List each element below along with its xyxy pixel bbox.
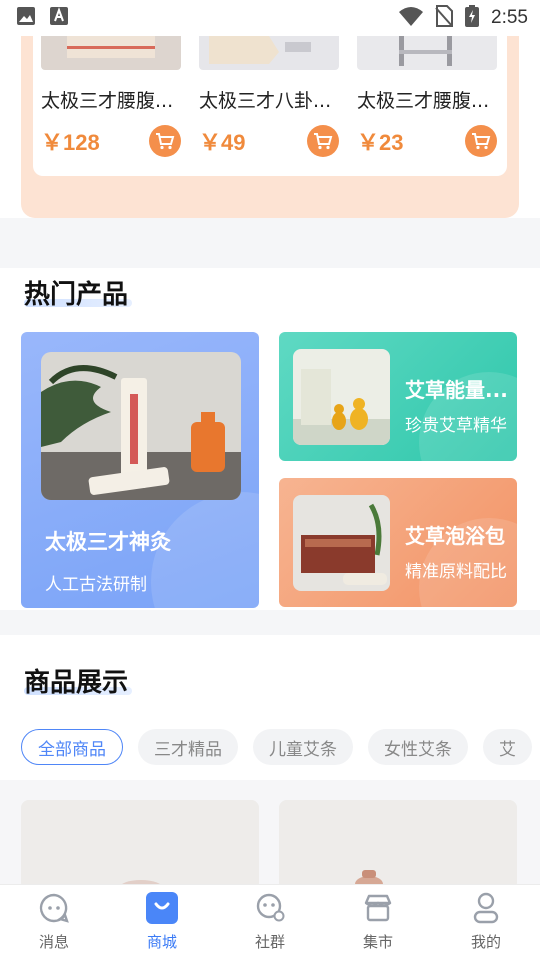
product-price: ￥49 xyxy=(199,130,246,155)
cart-icon xyxy=(314,133,333,150)
hot-product-subtitle: 精准原料配比 xyxy=(405,562,507,582)
product-image xyxy=(293,495,390,591)
hot-products-title: 热门产品 xyxy=(24,280,129,310)
add-to-cart-button[interactable] xyxy=(465,125,497,157)
clock: 2:55 xyxy=(491,7,528,28)
promo-section: 太极三才腰腹... ￥128 太极三才八卦... ￥49 太极三才腰腹... ￥… xyxy=(21,36,519,218)
add-to-cart-button[interactable] xyxy=(307,125,339,157)
status-bar: 2:55 xyxy=(0,0,540,36)
tab-market[interactable]: 集市 xyxy=(324,885,432,960)
no-sim-icon xyxy=(435,5,454,31)
product-card[interactable] xyxy=(21,800,259,890)
tab-label: 社群 xyxy=(254,933,285,951)
cart-icon xyxy=(156,133,175,150)
battery-icon xyxy=(465,5,480,31)
product-image xyxy=(357,36,497,70)
hot-product-card[interactable]: 艾草能量... 珍贵艾草精华 xyxy=(279,332,517,461)
chip-children[interactable]: 儿童艾条 xyxy=(253,729,353,765)
community-icon xyxy=(253,891,287,925)
tab-label: 我的 xyxy=(470,933,501,951)
tab-label: 商城 xyxy=(146,933,177,951)
chip-all-products[interactable]: 全部商品 xyxy=(21,729,123,765)
product-image xyxy=(293,349,390,445)
product-price: ￥23 xyxy=(357,130,404,155)
product-name: 太极三才腰腹... xyxy=(41,90,174,112)
product-image xyxy=(41,352,241,500)
product-price: ￥128 xyxy=(41,130,100,155)
tab-label: 消息 xyxy=(38,933,69,951)
product-card[interactable] xyxy=(279,800,517,890)
hot-product-title: 艾草泡浴包 xyxy=(405,524,505,548)
chip-sancai[interactable]: 三才精品 xyxy=(138,729,238,765)
wifi-icon xyxy=(399,6,424,30)
hot-product-title: 太极三才神灸 xyxy=(45,530,171,554)
hot-product-card-main[interactable]: 太极三才神灸 人工古法研制 xyxy=(21,332,259,608)
add-to-cart-button[interactable] xyxy=(149,125,181,157)
category-filter: 全部商品 三才精品 儿童艾条 女性艾条 艾 xyxy=(21,729,532,765)
tab-messages[interactable]: 消息 xyxy=(0,885,108,960)
product-image xyxy=(41,36,181,70)
section-divider xyxy=(0,610,540,635)
section-divider xyxy=(0,218,540,268)
tab-label: 集市 xyxy=(362,933,393,951)
showcase-title: 商品展示 xyxy=(24,668,129,698)
promo-item[interactable]: 太极三才腰腹... ￥128 xyxy=(41,36,181,157)
tab-shop[interactable]: 商城 xyxy=(108,885,216,960)
gallery-icon xyxy=(16,6,36,30)
product-name: 太极三才腰腹... xyxy=(357,90,490,112)
font-icon xyxy=(50,6,68,30)
hot-product-title: 艾草能量... xyxy=(405,378,508,402)
message-icon xyxy=(37,891,71,925)
shop-icon xyxy=(145,891,179,925)
hot-product-subtitle: 珍贵艾草精华 xyxy=(405,416,507,436)
chip-more[interactable]: 艾 xyxy=(483,729,532,765)
tab-community[interactable]: 社群 xyxy=(216,885,324,960)
hot-product-card[interactable]: 艾草泡浴包 精准原料配比 xyxy=(279,478,517,607)
profile-icon xyxy=(469,891,503,925)
promo-card: 太极三才腰腹... ￥128 太极三才八卦... ￥49 太极三才腰腹... ￥… xyxy=(33,36,507,176)
product-image xyxy=(199,36,339,70)
promo-item[interactable]: 太极三才腰腹... ￥23 xyxy=(357,36,497,157)
hot-product-subtitle: 人工古法研制 xyxy=(45,575,147,595)
cart-icon xyxy=(472,133,491,150)
promo-item[interactable]: 太极三才八卦... ￥49 xyxy=(199,36,339,157)
product-name: 太极三才八卦... xyxy=(199,90,332,112)
bottom-tab-bar: 消息 商城 社群 集市 我的 xyxy=(0,884,540,960)
market-icon xyxy=(361,891,395,925)
chip-women[interactable]: 女性艾条 xyxy=(368,729,468,765)
tab-profile[interactable]: 我的 xyxy=(432,885,540,960)
